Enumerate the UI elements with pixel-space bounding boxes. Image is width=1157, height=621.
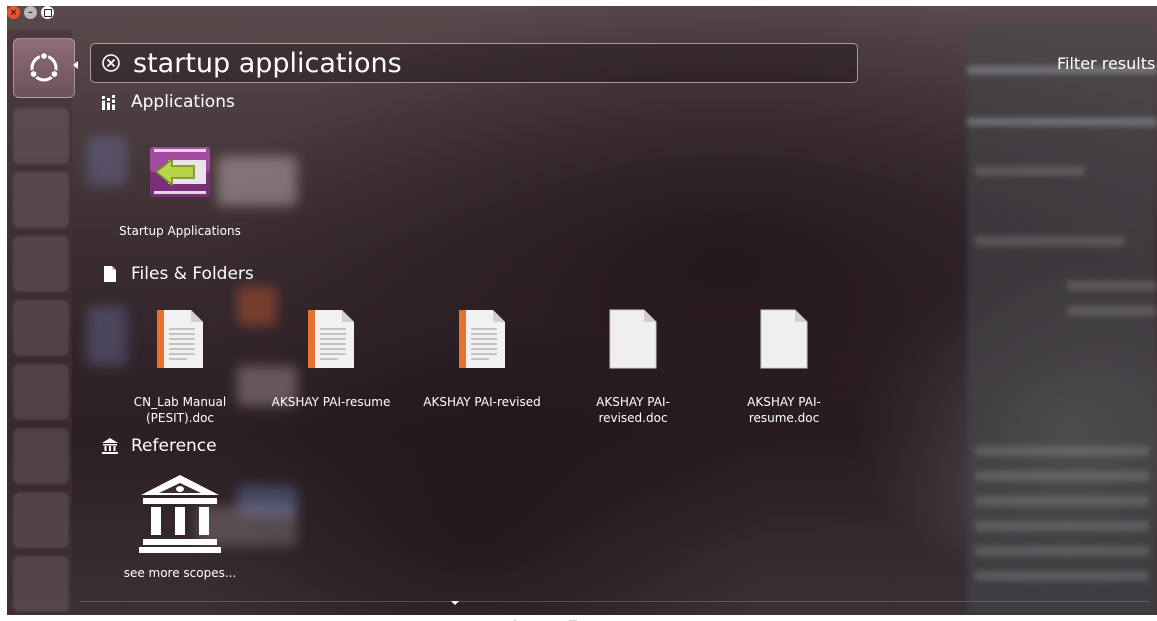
terminal-line — [1067, 281, 1157, 291]
launcher-writer-icon[interactable] — [13, 236, 69, 292]
launcher-software-icon[interactable] — [13, 492, 69, 548]
social-lens-icon[interactable] — [808, 612, 822, 621]
launcher-chrome-icon[interactable] — [13, 428, 69, 484]
terminal-bar — [967, 118, 1157, 126]
files-category-icon — [104, 266, 116, 282]
clear-search-button[interactable] — [101, 53, 121, 73]
scopes-building-icon — [139, 475, 221, 553]
music-lens-icon[interactable] — [690, 612, 704, 621]
document-icon — [459, 310, 505, 368]
document-icon — [157, 310, 203, 368]
launcher-browser-icon[interactable] — [13, 172, 69, 228]
terminal-line — [975, 521, 1149, 531]
reference-category-icon — [102, 438, 118, 454]
result-label: CN_Lab Manual — [133, 395, 227, 409]
dash-home-button[interactable] — [13, 38, 75, 98]
category-label: Applications — [131, 92, 235, 112]
blank-document-icon — [609, 309, 657, 369]
app-result-startup-applications[interactable]: Startup Applications — [105, 143, 255, 239]
background-terminal — [967, 26, 1157, 615]
ubuntu-logo-icon — [29, 51, 59, 82]
result-label: AKSHAY PAI- — [596, 395, 670, 409]
active-lens-indicator — [451, 601, 459, 605]
search-bar[interactable] — [90, 43, 858, 83]
result-label: Startup Applications — [119, 224, 241, 238]
maximize-icon — [43, 8, 52, 17]
close-button[interactable]: × — [7, 6, 20, 19]
terminal-line — [975, 496, 1149, 506]
file-result[interactable]: AKSHAY PAI-resume — [256, 308, 406, 410]
file-result[interactable]: AKSHAY PAI-revised — [407, 308, 557, 410]
terminal-line — [975, 471, 1149, 481]
window-controls: × – — [7, 6, 54, 20]
launcher-settings-icon[interactable] — [13, 556, 69, 612]
more-scopes-button[interactable]: see more scopes... — [105, 473, 255, 581]
close-icon: × — [9, 7, 18, 18]
launcher-files-icon[interactable] — [13, 108, 69, 164]
terminal-line — [975, 571, 1149, 581]
blank-document-icon — [760, 309, 808, 369]
launcher-impress-icon[interactable] — [13, 364, 69, 420]
category-files-folders: Files & Folders — [101, 264, 254, 284]
category-applications: Applications — [101, 92, 235, 112]
file-result[interactable]: AKSHAY PAI- revised.doc — [558, 308, 708, 426]
launcher — [7, 30, 72, 615]
terminal-line — [975, 546, 1149, 556]
search-input[interactable] — [133, 47, 783, 79]
result-label: (PESIT).doc — [145, 411, 215, 425]
launcher-calc-icon[interactable] — [13, 300, 69, 356]
result-label: AKSHAY PAI-resume — [271, 395, 391, 409]
active-indicator-arrow — [73, 61, 78, 69]
file-result[interactable]: CN_Lab Manual (PESIT).doc — [105, 308, 255, 426]
result-label: revised.doc — [598, 411, 668, 425]
files-lens-icon[interactable] — [566, 612, 580, 621]
terminal-line — [975, 236, 1125, 246]
document-icon — [308, 310, 354, 368]
category-label: Files & Folders — [131, 264, 254, 284]
clear-icon — [102, 54, 120, 72]
minimize-icon: – — [28, 7, 33, 18]
terminal-line — [975, 446, 1149, 456]
maximize-button[interactable] — [41, 6, 54, 19]
terminal-line — [1067, 306, 1157, 316]
result-label: AKSHAY PAI- — [747, 395, 821, 409]
lens-bar-separator — [80, 601, 1149, 602]
category-label: Reference — [131, 436, 217, 456]
result-label: AKSHAY PAI-revised — [423, 395, 541, 409]
startup-applications-icon — [150, 147, 210, 197]
applications-lens-icon[interactable] — [508, 612, 522, 621]
photos-lens-icon[interactable] — [748, 612, 762, 621]
file-result[interactable]: AKSHAY PAI- resume.doc — [709, 308, 859, 426]
result-label: see more scopes... — [123, 566, 237, 580]
filter-results-button[interactable]: Filter results — [1057, 54, 1155, 73]
home-lens-icon[interactable] — [448, 612, 462, 621]
minimize-button[interactable]: – — [24, 6, 37, 19]
applications-category-icon — [102, 95, 115, 110]
category-reference: Reference — [101, 436, 217, 456]
result-label: resume.doc — [748, 411, 820, 425]
video-lens-icon[interactable] — [626, 612, 640, 621]
terminal-line — [975, 166, 1085, 176]
